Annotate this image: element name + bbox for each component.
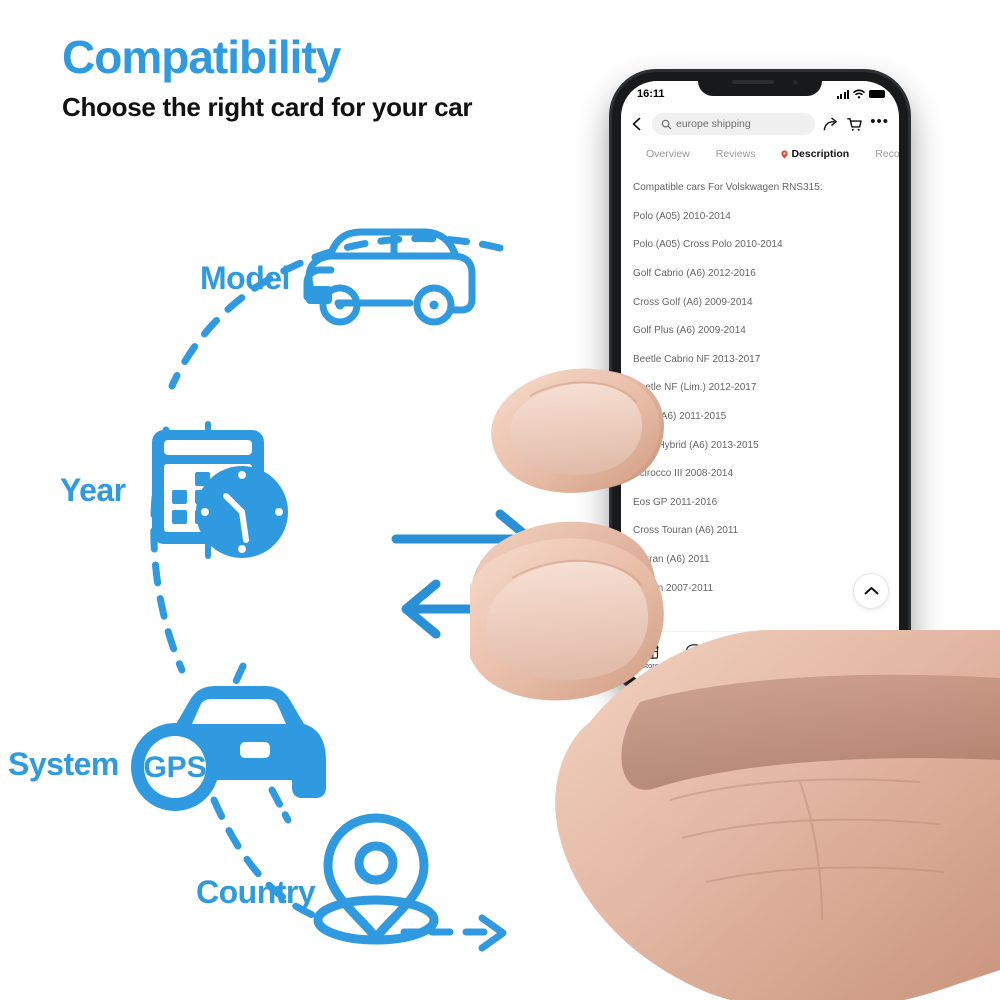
tab-label: Description xyxy=(791,148,850,160)
search-value: europe shipping xyxy=(676,118,751,130)
gps-badge-text: GPS xyxy=(143,751,206,784)
location-pin-icon xyxy=(781,149,789,159)
list-heading: Compatible cars For Volskwagen RNS315: xyxy=(633,182,823,194)
signal-bars-icon xyxy=(836,89,849,99)
chevron-left-icon[interactable] xyxy=(629,116,645,132)
diagram-label-year: Year xyxy=(60,472,126,508)
phone-notch xyxy=(698,72,822,96)
calendar-clock-icon xyxy=(152,421,288,559)
wifi-icon xyxy=(853,89,865,99)
front-camera xyxy=(793,80,798,85)
status-indicators xyxy=(836,89,885,99)
top-nav-bar: europe shipping ••• xyxy=(621,107,899,141)
diagram-label-system: System xyxy=(8,746,119,782)
share-arrow-icon[interactable] xyxy=(822,116,839,133)
tab-description[interactable]: Description xyxy=(768,148,862,160)
shopping-cart-icon[interactable] xyxy=(846,116,863,133)
tab-label: Overview xyxy=(646,148,690,160)
screenshot-root: Compatibility Choose the right card for … xyxy=(0,0,1000,1000)
hand-holding-phone xyxy=(470,369,1000,1000)
car-side-icon xyxy=(303,228,476,326)
battery-full-icon xyxy=(869,90,885,98)
dashed-connector-path xyxy=(150,235,504,922)
diagram-label-country: Country xyxy=(196,874,316,910)
tab-overview[interactable]: Overview xyxy=(633,148,703,160)
tab-bar: Overview Reviews Description Recom xyxy=(621,141,899,167)
diagram-label-model: Model xyxy=(200,260,290,296)
search-icon xyxy=(661,119,672,129)
car-gps-icon: GPS xyxy=(131,662,326,824)
tab-label: Reviews xyxy=(715,148,756,160)
tab-reviews[interactable]: Reviews xyxy=(703,148,769,160)
list-item: Polo (A05) Cross Polo 2010-2014 xyxy=(633,239,783,251)
earpiece-speaker xyxy=(732,80,774,84)
search-input[interactable]: europe shipping xyxy=(652,113,816,135)
tab-label: Recom xyxy=(875,148,899,160)
list-item: Cross Golf (A6) 2009-2014 xyxy=(633,296,753,308)
location-pin-icon xyxy=(313,813,439,945)
list-item: Golf Cabrio (A6) 2012-2016 xyxy=(633,268,756,280)
status-time: 16:11 xyxy=(637,88,665,100)
list-item: Polo (A05) 2010-2014 xyxy=(633,210,731,222)
more-horizontal-icon[interactable]: ••• xyxy=(870,114,889,134)
tab-recommend[interactable]: Recom xyxy=(862,148,899,160)
